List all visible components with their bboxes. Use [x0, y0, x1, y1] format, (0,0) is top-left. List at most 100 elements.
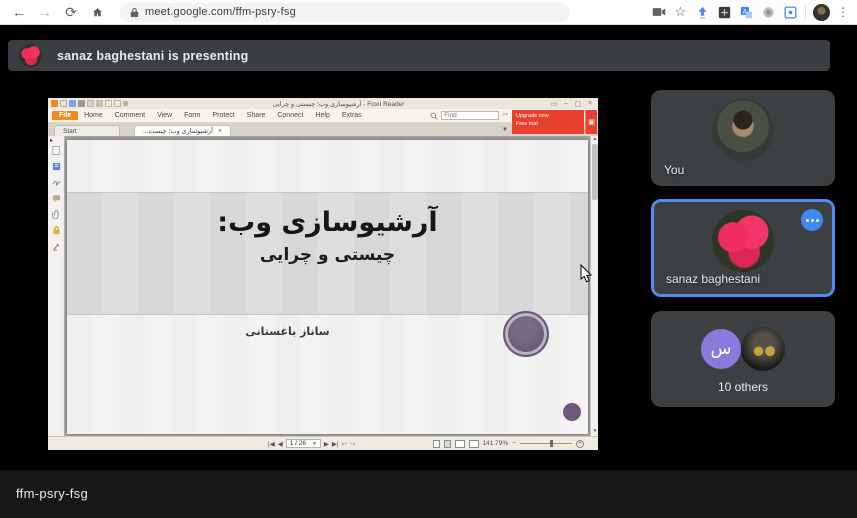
- signature-panel-icon[interactable]: [52, 178, 61, 187]
- bookmark-star-icon[interactable]: ☆: [673, 5, 688, 20]
- zoom-in-icon[interactable]: +: [576, 440, 584, 448]
- others-avatars: س: [701, 327, 785, 371]
- meet-bottom-bar: ffm-psry-fsg: [0, 470, 857, 518]
- menu-comment[interactable]: Comment: [109, 112, 151, 119]
- panel-collapse-icon[interactable]: ▸: [50, 137, 53, 144]
- browser-menu-icon[interactable]: ⋮: [837, 2, 849, 22]
- scroll-up-icon[interactable]: ▲: [591, 136, 598, 144]
- prev-view-icon[interactable]: ↩: [342, 440, 347, 448]
- menu-help[interactable]: Help: [309, 112, 335, 119]
- foxit-maximize-icon[interactable]: ▢: [573, 100, 583, 108]
- zoom-slider[interactable]: [520, 443, 572, 444]
- home-icon[interactable]: [86, 2, 108, 22]
- zoom-out-icon[interactable]: −: [512, 440, 516, 447]
- pages-panel-icon[interactable]: [52, 146, 61, 155]
- participant-tile-presenter[interactable]: sanaz baghestani: [651, 199, 835, 297]
- next-view-icon[interactable]: ↪: [350, 440, 355, 448]
- comments-panel-icon[interactable]: [52, 194, 61, 203]
- foxit-titlebar: آرشیوسازی وب؛ چیستی و چرایی - Foxit Read…: [48, 98, 598, 109]
- participant-tile-you[interactable]: You: [651, 90, 835, 186]
- email-icon[interactable]: [87, 100, 94, 107]
- slide-decoration-dot: [563, 403, 581, 421]
- extension-circle-icon[interactable]: [761, 5, 776, 20]
- prev-page-icon[interactable]: ◀: [278, 440, 283, 448]
- presenting-banner: sanaz baghestani is presenting: [8, 40, 830, 71]
- translate-icon[interactable]: A: [739, 5, 754, 20]
- tile-more-options-icon[interactable]: [801, 209, 823, 231]
- bookmarks-panel-icon[interactable]: [52, 162, 61, 171]
- back-icon[interactable]: ←: [8, 2, 30, 22]
- promo-gift-icon[interactable]: ▣: [585, 110, 597, 134]
- camera-in-use-icon[interactable]: [651, 5, 666, 20]
- slide-title-band: آرشیوسازی وب: چیستی و چرایی: [67, 192, 588, 315]
- presenter-tile-avatar: [712, 210, 774, 272]
- address-bar[interactable]: meet.google.com/ffm-psry-fsg: [120, 3, 570, 22]
- foxit-close-icon[interactable]: ×: [585, 100, 595, 107]
- menu-share[interactable]: Share: [241, 112, 272, 119]
- extension-arrow-icon[interactable]: [695, 5, 710, 20]
- last-page-icon[interactable]: ▶|: [332, 440, 339, 448]
- redo-icon[interactable]: [114, 100, 121, 107]
- menu-file[interactable]: File: [52, 111, 78, 120]
- forward-icon[interactable]: →: [34, 2, 56, 22]
- participant-tile-others[interactable]: س 10 others: [651, 311, 835, 407]
- tab-list-dropdown-icon[interactable]: ▼: [502, 127, 508, 133]
- foxit-restore-icon[interactable]: ▭: [549, 100, 559, 108]
- zoom-controls: 141.79% − +: [433, 440, 584, 448]
- security-panel-icon[interactable]: [52, 226, 61, 235]
- attachments-panel-icon[interactable]: [52, 210, 61, 219]
- save-icon[interactable]: [69, 100, 76, 107]
- extension-box-icon[interactable]: [783, 5, 798, 20]
- page-navigation: |◀ ◀ 1 / 26 ▼ ▶ ▶| ↩ ↪: [268, 439, 356, 448]
- next-page-icon[interactable]: ▶: [324, 440, 329, 448]
- meeting-code: ffm-psry-fsg: [16, 486, 88, 501]
- promo-line1: Upgrade now: [516, 112, 580, 120]
- tab-start[interactable]: Start: [54, 125, 120, 136]
- slide-decoration-circle: [503, 311, 549, 357]
- single-page-view-icon[interactable]: [433, 440, 440, 448]
- customize-icon[interactable]: [123, 101, 128, 106]
- snapshot-icon[interactable]: [96, 100, 103, 107]
- menu-view[interactable]: View: [151, 112, 178, 119]
- facing-view-icon[interactable]: [455, 440, 465, 448]
- presenter-avatar: [19, 44, 42, 67]
- foxit-logo-icon[interactable]: [51, 100, 58, 107]
- zoom-slider-knob[interactable]: [550, 440, 553, 447]
- find-input[interactable]: [441, 111, 499, 120]
- tab-close-icon[interactable]: ×: [218, 128, 222, 135]
- tab-start-label: Start: [63, 128, 77, 135]
- slide-subtitle: چیستی و چرایی: [260, 245, 395, 265]
- print-icon[interactable]: [78, 100, 85, 107]
- menu-form[interactable]: Form: [178, 112, 206, 119]
- search-icon: [430, 112, 438, 120]
- reload-icon[interactable]: ⟳: [60, 2, 82, 22]
- browser-extensions: ☆ A ⋮: [651, 2, 849, 22]
- undo-icon[interactable]: [105, 100, 112, 107]
- continuous-view-icon[interactable]: [444, 440, 451, 448]
- page-number-box[interactable]: 1 / 26 ▼: [286, 439, 321, 448]
- first-page-icon[interactable]: |◀: [268, 440, 275, 448]
- browser-profile-avatar[interactable]: [813, 4, 830, 21]
- foxit-navigation-panel: ▸: [48, 136, 65, 436]
- toolbar-divider: [805, 5, 806, 19]
- find-area: ⌕▾: [430, 111, 508, 120]
- menu-home[interactable]: Home: [78, 112, 109, 119]
- foxit-minimize-icon[interactable]: –: [561, 100, 571, 107]
- stamps-panel-icon[interactable]: [52, 242, 61, 251]
- menu-extras[interactable]: Extras: [336, 112, 368, 119]
- menu-connect[interactable]: Connect: [271, 112, 309, 119]
- foxit-window-title: آرشیوسازی وب؛ چیستی و چرایی - Foxit Read…: [130, 100, 547, 108]
- extension-dark-icon[interactable]: [717, 5, 732, 20]
- vertical-scrollbar[interactable]: ▲ ▼: [590, 136, 598, 436]
- scroll-down-icon[interactable]: ▼: [591, 428, 598, 436]
- participant-name: sanaz baghestani: [666, 272, 760, 286]
- open-icon[interactable]: [60, 100, 67, 107]
- page-dropdown-icon[interactable]: ▼: [312, 441, 317, 447]
- menu-protect[interactable]: Protect: [206, 112, 240, 119]
- tab-document[interactable]: آرشیوسازی وب؛ چیست... ×: [134, 125, 231, 136]
- scrollbar-thumb[interactable]: [592, 144, 598, 200]
- continuous-facing-view-icon[interactable]: [469, 440, 479, 448]
- foxit-promo-button[interactable]: Upgrade now Free trial: [512, 110, 584, 134]
- find-options-icon[interactable]: ⌕▾: [502, 112, 508, 119]
- presenting-banner-text: sanaz baghestani is presenting: [57, 49, 248, 63]
